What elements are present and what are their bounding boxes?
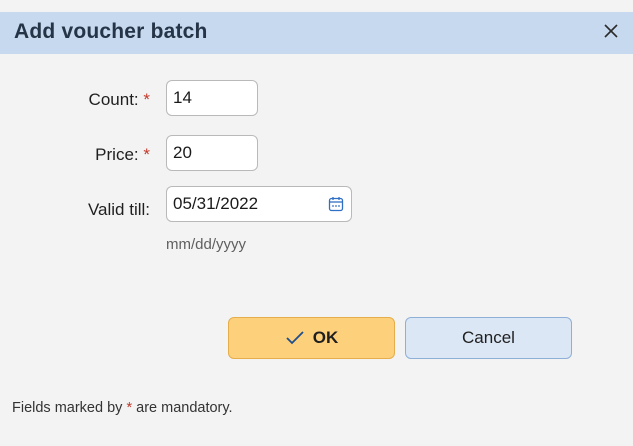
required-mark: *: [126, 400, 133, 416]
footer-suffix: are mandatory.: [136, 400, 233, 416]
ok-button-label: OK: [312, 328, 339, 347]
valid-till-label-text: Valid till:: [87, 200, 150, 219]
valid-till-date-input[interactable]: [166, 186, 352, 222]
dialog-title: Add voucher batch: [14, 20, 208, 43]
mandatory-fields-note: Fields marked by * are mandatory.: [12, 400, 233, 416]
date-format-hint: mm/dd/yyyy: [166, 236, 247, 253]
cancel-button-label: Cancel: [462, 328, 515, 347]
check-icon: [285, 330, 305, 346]
price-input[interactable]: [166, 135, 258, 171]
count-label: Count: *: [0, 90, 150, 110]
price-label-text: Price:: [95, 145, 139, 164]
footer-prefix: Fields marked by: [12, 400, 123, 416]
price-label: Price: *: [0, 145, 150, 165]
count-input[interactable]: [166, 80, 258, 116]
dialog-titlebar: Add voucher batch: [0, 12, 633, 54]
top-strip: [0, 0, 633, 12]
valid-till-label: Valid till:: [0, 200, 150, 220]
ok-button[interactable]: OK: [228, 317, 395, 359]
calendar-icon[interactable]: [328, 196, 344, 212]
required-mark: *: [143, 145, 150, 164]
count-label-text: Count:: [88, 90, 139, 109]
close-icon[interactable]: [601, 21, 621, 41]
add-voucher-dialog: Add voucher batch Count: * Price: * Vali…: [0, 0, 633, 446]
cancel-button[interactable]: Cancel: [405, 317, 572, 359]
required-mark: *: [143, 90, 150, 109]
